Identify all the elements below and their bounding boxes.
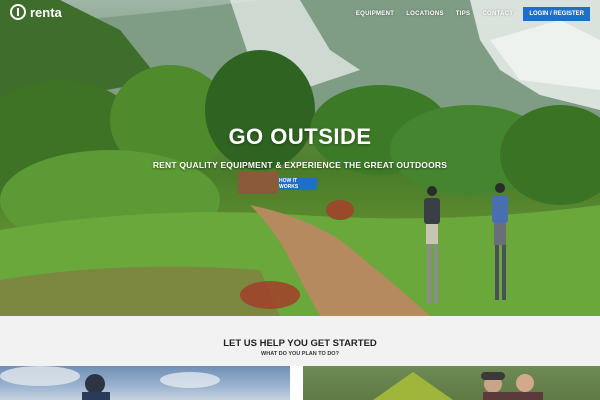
get-started-title: LET US HELP YOU GET STARTED [223,338,377,349]
activity-card-camping[interactable] [303,366,600,400]
nav-link-contact[interactable]: CONTACT [476,11,519,17]
hero-section: renta EQUIPMENT LOCATIONS TIPS CONTACT L… [0,0,600,316]
hero-headline: GO OUTSIDE [228,124,372,149]
hero-background-image [0,0,600,316]
nav-link-tips[interactable]: TIPS [450,11,477,17]
nav-link-locations[interactable]: LOCATIONS [400,11,450,17]
nav-link-equipment[interactable]: EQUIPMENT [350,11,400,17]
activity-card-image [0,366,220,400]
brand-name: renta [30,4,62,20]
hero-subheadline: RENT QUALITY EQUIPMENT & EXPERIENCE THE … [152,160,448,170]
get-started-section: LET US HELP YOU GET STARTED WHAT DO YOU … [0,316,600,366]
top-navigation: renta EQUIPMENT LOCATIONS TIPS CONTACT L… [0,0,600,28]
login-register-button[interactable]: LOGIN / REGISTER [523,7,590,21]
brand-logo[interactable]: renta [10,4,62,20]
nav-links: EQUIPMENT LOCATIONS TIPS CONTACT LOGIN /… [350,7,590,21]
activity-card-hiking[interactable] [0,366,290,400]
how-it-works-button[interactable]: HOW IT WORKS [279,178,317,190]
get-started-subtitle: WHAT DO YOU PLAN TO DO? [261,351,339,357]
logo-icon [10,4,26,20]
activity-card-image [373,372,543,400]
